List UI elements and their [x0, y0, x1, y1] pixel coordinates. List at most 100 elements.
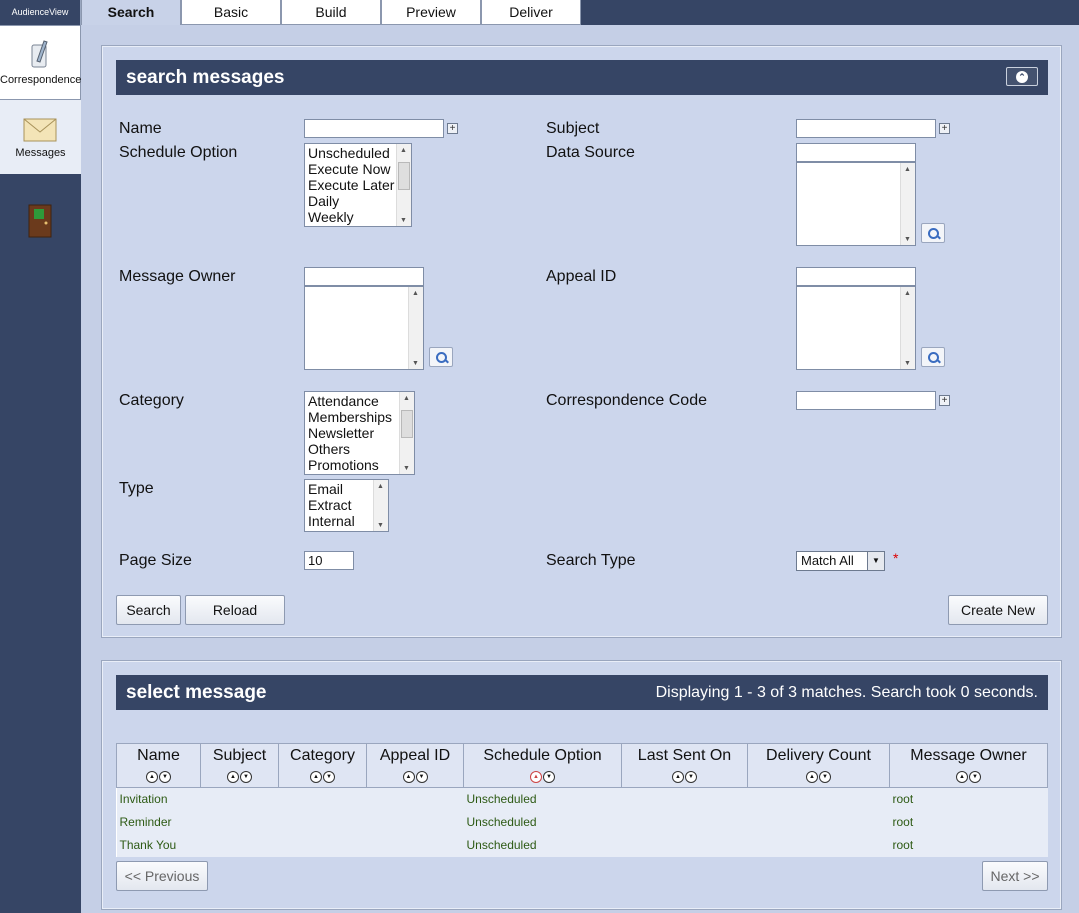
- sort-controls[interactable]: ▲ ▼: [672, 771, 697, 783]
- cell-category: [278, 833, 367, 857]
- column-header-appeal-id: Appeal ID ▲ ▼: [366, 743, 464, 788]
- subject-label: Subject: [546, 120, 600, 137]
- category-list[interactable]: Attendance Memberships Newsletter Others…: [304, 391, 415, 475]
- name-expand-button[interactable]: +: [447, 123, 458, 134]
- required-marker: *: [893, 550, 899, 566]
- appeal-id-label: Appeal ID: [546, 268, 617, 285]
- search-panel-header: search messages ⌃: [116, 60, 1048, 95]
- sort-descending-icon: ▼: [685, 771, 697, 783]
- message-owner-input[interactable]: [304, 267, 424, 286]
- data-source-list[interactable]: ▲ ▼: [796, 162, 916, 246]
- sort-controls[interactable]: ▲ ▼: [530, 771, 555, 783]
- column-header-name: Name ▲ ▼: [116, 743, 201, 788]
- page-size-label: Page Size: [119, 552, 192, 569]
- cell-delivery-count: [747, 833, 890, 857]
- category-item[interactable]: Others: [305, 441, 414, 457]
- next-page-button[interactable]: Next >>: [982, 861, 1048, 891]
- collapse-button[interactable]: ⌃: [1006, 67, 1038, 86]
- column-header-category: Category ▲ ▼: [278, 743, 367, 788]
- sort-controls[interactable]: ▲ ▼: [146, 771, 171, 783]
- cell-last-sent-on: [621, 810, 748, 834]
- rail-item-correspondence[interactable]: Correspondence: [0, 25, 81, 100]
- name-input[interactable]: [304, 119, 444, 138]
- sort-ascending-icon: ▲: [146, 771, 158, 783]
- appeal-id-lookup-button[interactable]: [921, 347, 945, 367]
- sort-controls[interactable]: ▲ ▼: [956, 771, 981, 783]
- scrollbar[interactable]: ▲ ▼: [396, 144, 411, 226]
- schedule-option-label: Schedule Option: [119, 144, 238, 161]
- rail-item-messages[interactable]: Messages: [0, 100, 81, 174]
- cell-subject: [200, 833, 279, 857]
- cell-name[interactable]: Thank You: [116, 833, 201, 857]
- cell-category: [278, 787, 367, 811]
- cell-last-sent-on: [621, 787, 748, 811]
- search-button[interactable]: Search: [116, 595, 181, 625]
- correspondence-code-expand-button[interactable]: +: [939, 395, 950, 406]
- tab-build[interactable]: Build: [281, 0, 381, 25]
- data-source-input[interactable]: [796, 143, 916, 162]
- subject-input[interactable]: [796, 119, 936, 138]
- correspondence-code-input[interactable]: [796, 391, 936, 410]
- sort-controls[interactable]: ▲ ▼: [227, 771, 252, 783]
- sort-controls[interactable]: ▲ ▼: [310, 771, 335, 783]
- sort-ascending-icon: ▲: [806, 771, 818, 783]
- category-item[interactable]: Promotions: [305, 457, 414, 473]
- type-list[interactable]: Email Extract Internal ▲ ▼: [304, 479, 389, 532]
- cell-category: [278, 810, 367, 834]
- appeal-id-input[interactable]: [796, 267, 916, 286]
- chevron-down-icon: ▼: [867, 552, 884, 570]
- cell-last-sent-on: [621, 833, 748, 857]
- table-row[interactable]: Invitation Unscheduled root: [116, 787, 1048, 811]
- chevron-up-icon: ⌃: [1016, 71, 1028, 83]
- cell-name[interactable]: Reminder: [116, 810, 201, 834]
- data-source-label: Data Source: [546, 144, 635, 161]
- table-row[interactable]: Reminder Unscheduled root: [116, 810, 1048, 834]
- message-owner-lookup-button[interactable]: [429, 347, 453, 367]
- page-size-input[interactable]: 10: [304, 551, 354, 570]
- tab-deliver[interactable]: Deliver: [481, 0, 581, 25]
- tab-basic[interactable]: Basic: [181, 0, 281, 25]
- sort-controls[interactable]: ▲ ▼: [806, 771, 831, 783]
- tab-preview[interactable]: Preview: [381, 0, 481, 25]
- table-row[interactable]: Thank You Unscheduled root: [116, 833, 1048, 857]
- tab-search[interactable]: Search: [81, 0, 181, 25]
- data-source-lookup-button[interactable]: [921, 223, 945, 243]
- results-panel-header: select message Displaying 1 - 3 of 3 mat…: [116, 675, 1048, 710]
- rail-label-messages: Messages: [15, 147, 66, 159]
- category-item[interactable]: Newsletter: [305, 425, 414, 441]
- sort-descending-icon: ▼: [159, 771, 171, 783]
- cell-message-owner: root: [889, 833, 1048, 857]
- sort-descending-icon: ▼: [323, 771, 335, 783]
- sort-controls[interactable]: ▲ ▼: [402, 771, 428, 783]
- category-item[interactable]: Attendance: [305, 393, 414, 409]
- scrollbar[interactable]: ▲ ▼: [408, 287, 423, 369]
- cell-subject: [200, 787, 279, 811]
- results-panel: select message Displaying 1 - 3 of 3 mat…: [101, 660, 1062, 910]
- results-table: Name ▲ ▼ Subject ▲ ▼ Category ▲ ▼ Appeal ID ▲ ▼ …: [116, 743, 1048, 857]
- search-panel-title: search messages: [126, 67, 285, 88]
- type-label: Type: [119, 480, 154, 497]
- rail-item-exit[interactable]: [0, 200, 81, 240]
- sort-ascending-icon: ▲: [227, 771, 239, 783]
- scrollbar[interactable]: ▲ ▼: [399, 392, 414, 474]
- schedule-option-list[interactable]: Unscheduled Execute Now Execute Later Da…: [304, 143, 412, 227]
- subject-expand-button[interactable]: +: [939, 123, 950, 134]
- appeal-id-list[interactable]: ▲ ▼: [796, 286, 916, 370]
- cell-appeal-id: [366, 787, 464, 811]
- correspondence-icon: [31, 40, 48, 68]
- message-owner-list[interactable]: ▲ ▼: [304, 286, 424, 370]
- scrollbar[interactable]: ▲ ▼: [900, 287, 915, 369]
- scrollbar[interactable]: ▲ ▼: [900, 163, 915, 245]
- search-type-select[interactable]: Match All ▼: [796, 551, 885, 571]
- reload-button[interactable]: Reload: [185, 595, 285, 625]
- cell-message-owner: root: [889, 787, 1048, 811]
- previous-page-button[interactable]: << Previous: [116, 861, 208, 891]
- cell-subject: [200, 810, 279, 834]
- message-owner-label: Message Owner: [119, 268, 236, 285]
- tab-bar: Search Basic Build Preview Deliver: [81, 0, 1079, 25]
- sort-ascending-active-icon: ▲: [530, 771, 542, 783]
- category-item[interactable]: Memberships: [305, 409, 414, 425]
- cell-name[interactable]: Invitation: [116, 787, 201, 811]
- create-new-button[interactable]: Create New: [948, 595, 1048, 625]
- scrollbar[interactable]: ▲ ▼: [373, 480, 388, 531]
